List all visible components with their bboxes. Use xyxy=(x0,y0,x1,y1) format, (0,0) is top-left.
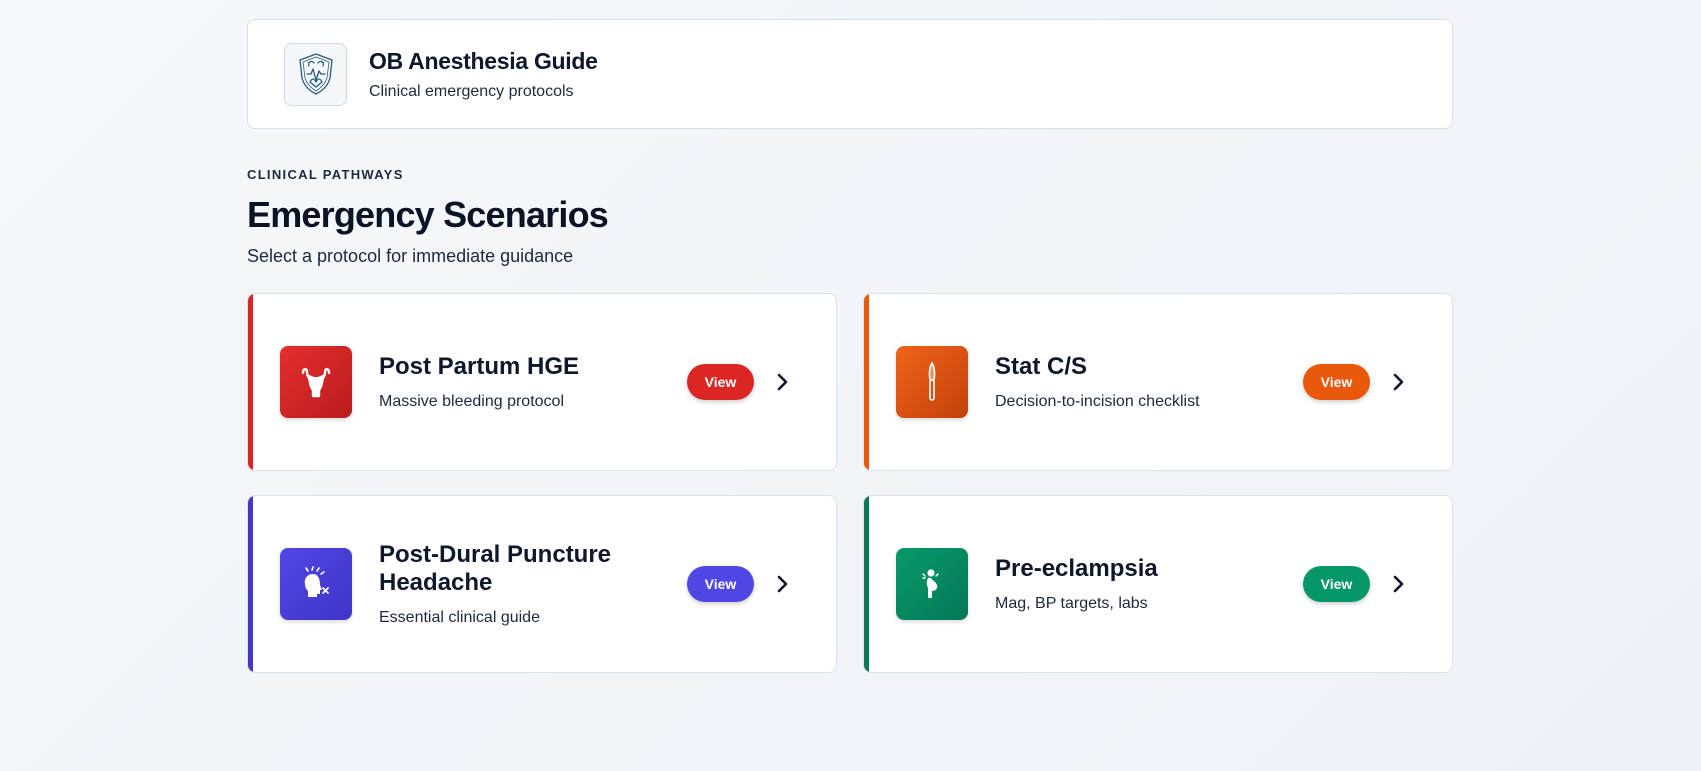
view-button[interactable]: View xyxy=(1303,566,1370,602)
uterus-icon xyxy=(280,346,352,418)
chevron-right-icon[interactable] xyxy=(1390,574,1406,594)
scenario-card-pre-eclampsia[interactable]: Pre-eclampsia Mag, BP targets, labs View xyxy=(863,495,1453,673)
scalpel-icon xyxy=(896,346,968,418)
scenario-card-post-dural-puncture-headache[interactable]: Post-Dural Puncture Headache Essential c… xyxy=(247,495,837,673)
card-description: Essential clinical guide xyxy=(379,609,540,626)
card-description: Mag, BP targets, labs xyxy=(995,595,1148,612)
card-accent-bar xyxy=(864,496,869,672)
chevron-right-icon[interactable] xyxy=(774,574,790,594)
view-button[interactable]: View xyxy=(687,364,754,400)
headache-icon xyxy=(280,548,352,620)
app-title: OB Anesthesia Guide xyxy=(369,47,598,74)
card-accent-bar xyxy=(248,496,253,672)
scenario-card-post-partum-hge[interactable]: Post Partum HGE Massive bleeding protoco… xyxy=(247,293,837,471)
card-title: Post Partum HGE xyxy=(379,353,580,380)
app-subtitle: Clinical emergency protocols xyxy=(369,82,574,100)
card-title: Stat C/S xyxy=(995,353,1088,380)
card-title: Pre-eclampsia xyxy=(995,555,1158,582)
chevron-right-icon[interactable] xyxy=(774,372,790,392)
view-button[interactable]: View xyxy=(1303,364,1370,400)
section-subtitle: Select a protocol for immediate guidance xyxy=(247,246,574,266)
app-header: OB Anesthesia Guide Clinical emergency p… xyxy=(247,19,1453,129)
medical-shield-logo-icon xyxy=(284,42,347,106)
scenario-grid: Post Partum HGE Massive bleeding protoco… xyxy=(247,293,1453,673)
card-description: Massive bleeding protocol xyxy=(379,393,564,410)
view-button[interactable]: View xyxy=(687,566,754,602)
card-accent-bar xyxy=(248,294,253,470)
chevron-right-icon[interactable] xyxy=(1390,372,1406,392)
card-accent-bar xyxy=(864,294,869,470)
card-description: Decision-to-incision checklist xyxy=(995,393,1200,410)
scenario-card-stat-cs[interactable]: Stat C/S Decision-to-incision checklist … xyxy=(863,293,1453,471)
section-title: Emergency Scenarios xyxy=(247,194,609,235)
pregnant-woman-icon xyxy=(896,548,968,620)
card-title: Post-Dural Puncture Headache xyxy=(379,541,612,596)
main-container: OB Anesthesia Guide Clinical emergency p… xyxy=(247,19,1453,673)
section-eyebrow: CLINICAL PATHWAYS xyxy=(247,167,404,182)
